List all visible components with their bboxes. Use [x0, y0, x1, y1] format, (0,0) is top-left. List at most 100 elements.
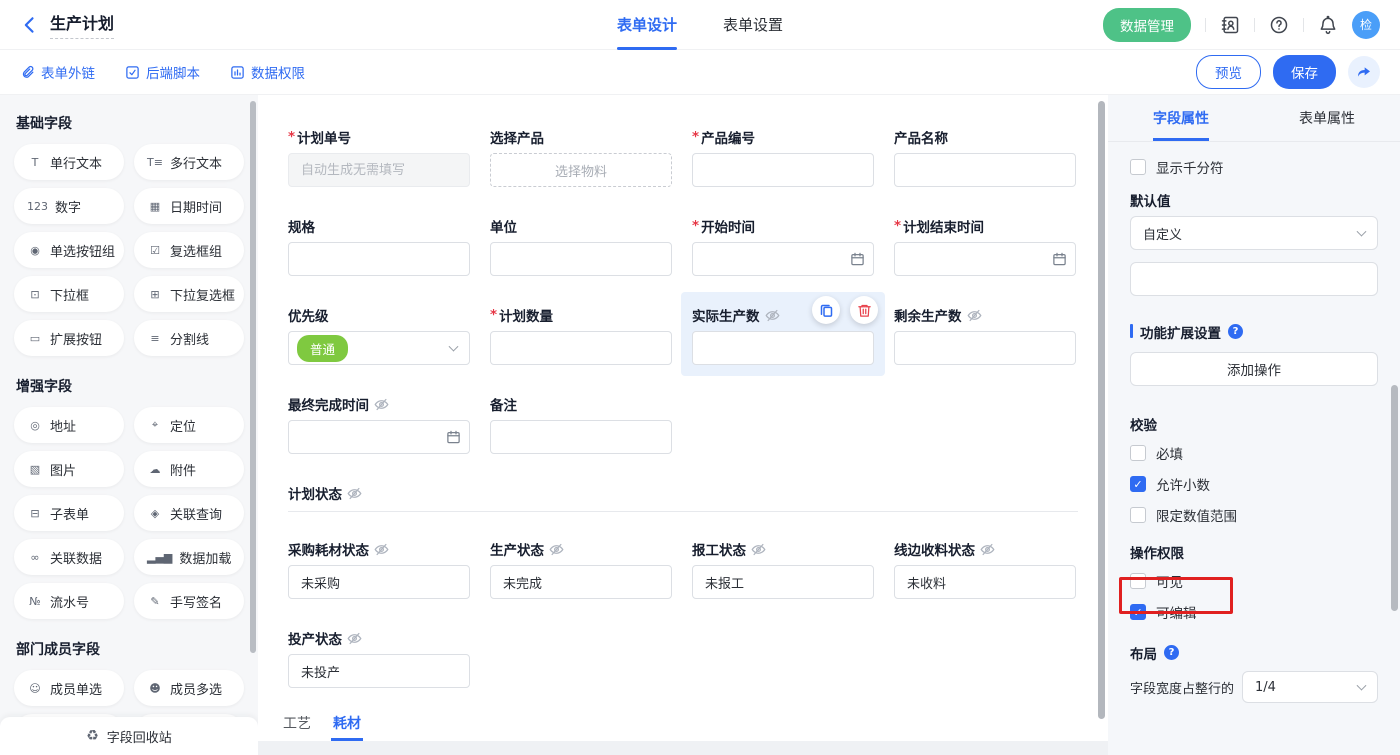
report-status-input[interactable]	[692, 565, 874, 599]
field-end-time[interactable]: *计划结束时间	[894, 217, 1076, 276]
sidebar-item-serial-number[interactable]: №流水号	[14, 583, 124, 619]
preview-button[interactable]: 预览	[1196, 55, 1261, 89]
launch-status-input[interactable]	[288, 654, 470, 688]
sidebar-item-signature[interactable]: ✎手写签名	[134, 583, 244, 619]
field-priority[interactable]: 优先级 普通	[288, 306, 470, 365]
sidebar-scrollbar[interactable]	[250, 101, 256, 653]
backend-script-link[interactable]: 后端脚本	[125, 62, 200, 82]
sidebar-item-radio-group[interactable]: ◉单选按钮组	[14, 232, 124, 268]
select-material-button[interactable]: 选择物料	[490, 153, 672, 187]
help-circle-icon[interactable]: ?	[1164, 645, 1179, 660]
sidebar-item-datetime[interactable]: ▦日期时间	[134, 188, 244, 224]
page-title[interactable]: 生产计划	[50, 10, 114, 39]
unit-input[interactable]	[490, 242, 672, 276]
sidebar-item-select[interactable]: ⊡下拉框	[14, 276, 124, 312]
required-checkbox[interactable]: 必填	[1130, 444, 1378, 462]
field-product-name[interactable]: 产品名称	[894, 128, 1076, 187]
eye-hidden-icon	[347, 631, 362, 646]
field-remark[interactable]: 备注	[490, 395, 672, 454]
canvas-scrollbar[interactable]	[1098, 101, 1105, 719]
help-icon[interactable]	[1269, 15, 1289, 35]
allow-decimal-checkbox[interactable]: ✓ 允许小数	[1130, 475, 1378, 493]
data-manage-button[interactable]: 数据管理	[1103, 8, 1191, 42]
field-report-status[interactable]: 报工状态	[692, 540, 874, 599]
sidebar-item-relation-data[interactable]: ∞关联数据	[14, 539, 124, 575]
add-action-button[interactable]: 添加操作	[1130, 352, 1378, 386]
field-final-time[interactable]: 最终完成时间	[288, 395, 470, 454]
field-recycle-bin[interactable]: ♻ 字段回收站	[0, 717, 258, 755]
panel-scrollbar[interactable]	[1391, 385, 1398, 611]
sidebar-item-extend-button[interactable]: ▭扩展按钮	[14, 320, 124, 356]
plan-no-input[interactable]	[288, 153, 470, 187]
tab-process[interactable]: 工艺	[283, 713, 311, 741]
sidebar-item-multi-select[interactable]: ⊞下拉复选框	[134, 276, 244, 312]
user-avatar[interactable]: 检	[1352, 11, 1380, 39]
data-permission-link[interactable]: 数据权限	[230, 62, 305, 82]
thousand-separator-checkbox[interactable]: 显示千分符	[1130, 158, 1378, 176]
final-time-input[interactable]	[288, 420, 470, 454]
field-spec[interactable]: 规格	[288, 217, 470, 276]
tab-form-properties[interactable]: 表单属性	[1254, 95, 1400, 141]
field-line-status[interactable]: 线边收料状态	[894, 540, 1076, 599]
sidebar-item-relation-query[interactable]: ◈关联查询	[134, 495, 244, 531]
delete-field-button[interactable]	[850, 296, 878, 324]
spec-input[interactable]	[288, 242, 470, 276]
field-plan-no[interactable]: *计划单号	[288, 128, 470, 187]
contact-book-icon[interactable]	[1220, 15, 1240, 35]
remark-input[interactable]	[490, 420, 672, 454]
sidebar-item-checkbox-group[interactable]: ☑复选框组	[134, 232, 244, 268]
sidebar-item-member-single[interactable]: ☺成员单选	[14, 670, 124, 706]
save-button[interactable]: 保存	[1273, 55, 1336, 89]
field-product-code[interactable]: *产品编号	[692, 128, 874, 187]
visible-checkbox[interactable]: 可见	[1130, 572, 1378, 590]
plan-qty-input[interactable]	[490, 331, 672, 365]
field-launch-status[interactable]: 投产状态	[288, 629, 470, 688]
sidebar-item-image[interactable]: ▧图片	[14, 451, 124, 487]
tab-form-design[interactable]: 表单设计	[617, 0, 677, 50]
back-icon[interactable]	[20, 15, 40, 35]
editable-checkbox[interactable]: ✓ 可编辑	[1130, 603, 1378, 621]
field-plan-status-section[interactable]: 计划状态	[288, 484, 1078, 512]
help-circle-icon[interactable]: ?	[1228, 324, 1243, 339]
default-value-input[interactable]	[1130, 262, 1378, 296]
sidebar-item-location[interactable]: ⌖定位	[134, 407, 244, 443]
field-width-select[interactable]: 1/4	[1242, 671, 1378, 703]
sidebar-item-number[interactable]: 123数字	[14, 188, 124, 224]
default-value-select[interactable]: 自定义	[1130, 216, 1378, 250]
field-plan-qty[interactable]: *计划数量	[490, 306, 672, 365]
sidebar-item-divider[interactable]: ≡分割线	[134, 320, 244, 356]
product-name-input[interactable]	[894, 153, 1076, 187]
field-start-time[interactable]: *开始时间	[692, 217, 874, 276]
field-purchase-status[interactable]: 采购耗材状态	[288, 540, 470, 599]
field-select-product[interactable]: 选择产品 选择物料	[490, 128, 672, 187]
field-remain-qty[interactable]: 剩余生产数	[894, 306, 1076, 365]
limit-range-checkbox[interactable]: 限定数值范围	[1130, 506, 1378, 524]
sidebar-item-data-load[interactable]: ▂▄▆数据加载	[134, 539, 244, 575]
notification-bell-icon[interactable]	[1318, 15, 1338, 35]
tab-field-properties[interactable]: 字段属性	[1108, 95, 1254, 141]
prod-status-input[interactable]	[490, 565, 672, 599]
sidebar-item-member-multi[interactable]: ☻成员多选	[134, 670, 244, 706]
product-code-input[interactable]	[692, 153, 874, 187]
priority-select[interactable]: 普通	[288, 331, 470, 365]
sidebar-item-single-line-text[interactable]: T单行文本	[14, 144, 124, 180]
form-external-link[interactable]: 表单外链	[20, 62, 95, 82]
backend-script-label: 后端脚本	[146, 62, 200, 82]
share-button[interactable]	[1348, 56, 1380, 88]
tab-form-settings[interactable]: 表单设置	[723, 0, 783, 50]
sidebar-item-attachment[interactable]: ☁附件	[134, 451, 244, 487]
tab-consumables[interactable]: 耗材	[333, 713, 361, 741]
start-time-input[interactable]	[692, 242, 874, 276]
remain-qty-input[interactable]	[894, 331, 1076, 365]
sidebar-item-subform[interactable]: ⊟子表单	[14, 495, 124, 531]
copy-field-button[interactable]	[812, 296, 840, 324]
actual-qty-input[interactable]	[692, 331, 874, 365]
end-time-input[interactable]	[894, 242, 1076, 276]
sidebar-item-address[interactable]: ◎地址	[14, 407, 124, 443]
line-status-input[interactable]	[894, 565, 1076, 599]
field-prod-status[interactable]: 生产状态	[490, 540, 672, 599]
sidebar-item-multi-line-text[interactable]: T≡多行文本	[134, 144, 244, 180]
purchase-status-input[interactable]	[288, 565, 470, 599]
field-actual-qty-selected[interactable]: 实际生产数	[692, 306, 874, 365]
field-unit[interactable]: 单位	[490, 217, 672, 276]
